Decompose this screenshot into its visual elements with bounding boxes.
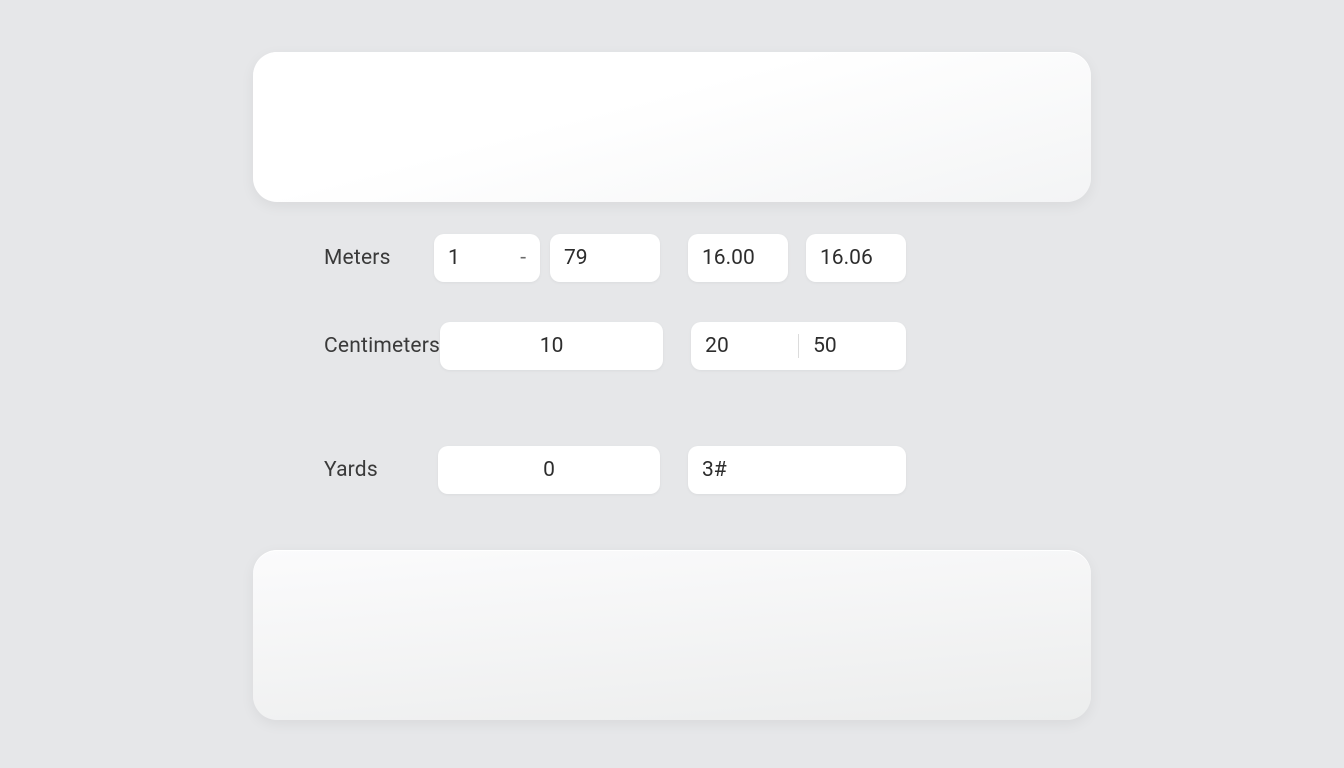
yards-label: Yards [324, 458, 420, 482]
centimeters-label: Centimeters [324, 334, 422, 358]
top-panel [253, 52, 1091, 202]
dash-icon: - [512, 246, 526, 270]
row-yards: Yards 0 [324, 446, 906, 494]
row-centimeters: Centimeters 10 20 50 [324, 322, 906, 370]
centimeters-split-right-value: 50 [813, 334, 837, 358]
centimeters-primary[interactable]: 10 [440, 322, 663, 370]
meters-range-end[interactable] [550, 234, 660, 282]
yards-secondary[interactable] [688, 446, 906, 494]
centimeters-split-right[interactable]: 50 [799, 334, 906, 358]
meters-range-start[interactable]: 1 - [434, 234, 540, 282]
centimeters-split-left-value: 20 [705, 334, 729, 358]
yards-primary-value: 0 [543, 458, 555, 482]
centimeters-split[interactable]: 20 50 [691, 322, 906, 370]
meters-range-start-value: 1 [448, 246, 460, 270]
meters-range-group: 1 - [434, 234, 660, 282]
meters-value-b[interactable] [806, 234, 906, 282]
centimeters-split-left[interactable]: 20 [691, 334, 799, 358]
meters-value-a[interactable] [688, 234, 788, 282]
yards-primary[interactable]: 0 [438, 446, 660, 494]
meters-label: Meters [324, 246, 416, 270]
bottom-panel [253, 550, 1091, 720]
row-meters: Meters 1 - [324, 234, 906, 282]
centimeters-primary-value: 10 [540, 334, 564, 358]
